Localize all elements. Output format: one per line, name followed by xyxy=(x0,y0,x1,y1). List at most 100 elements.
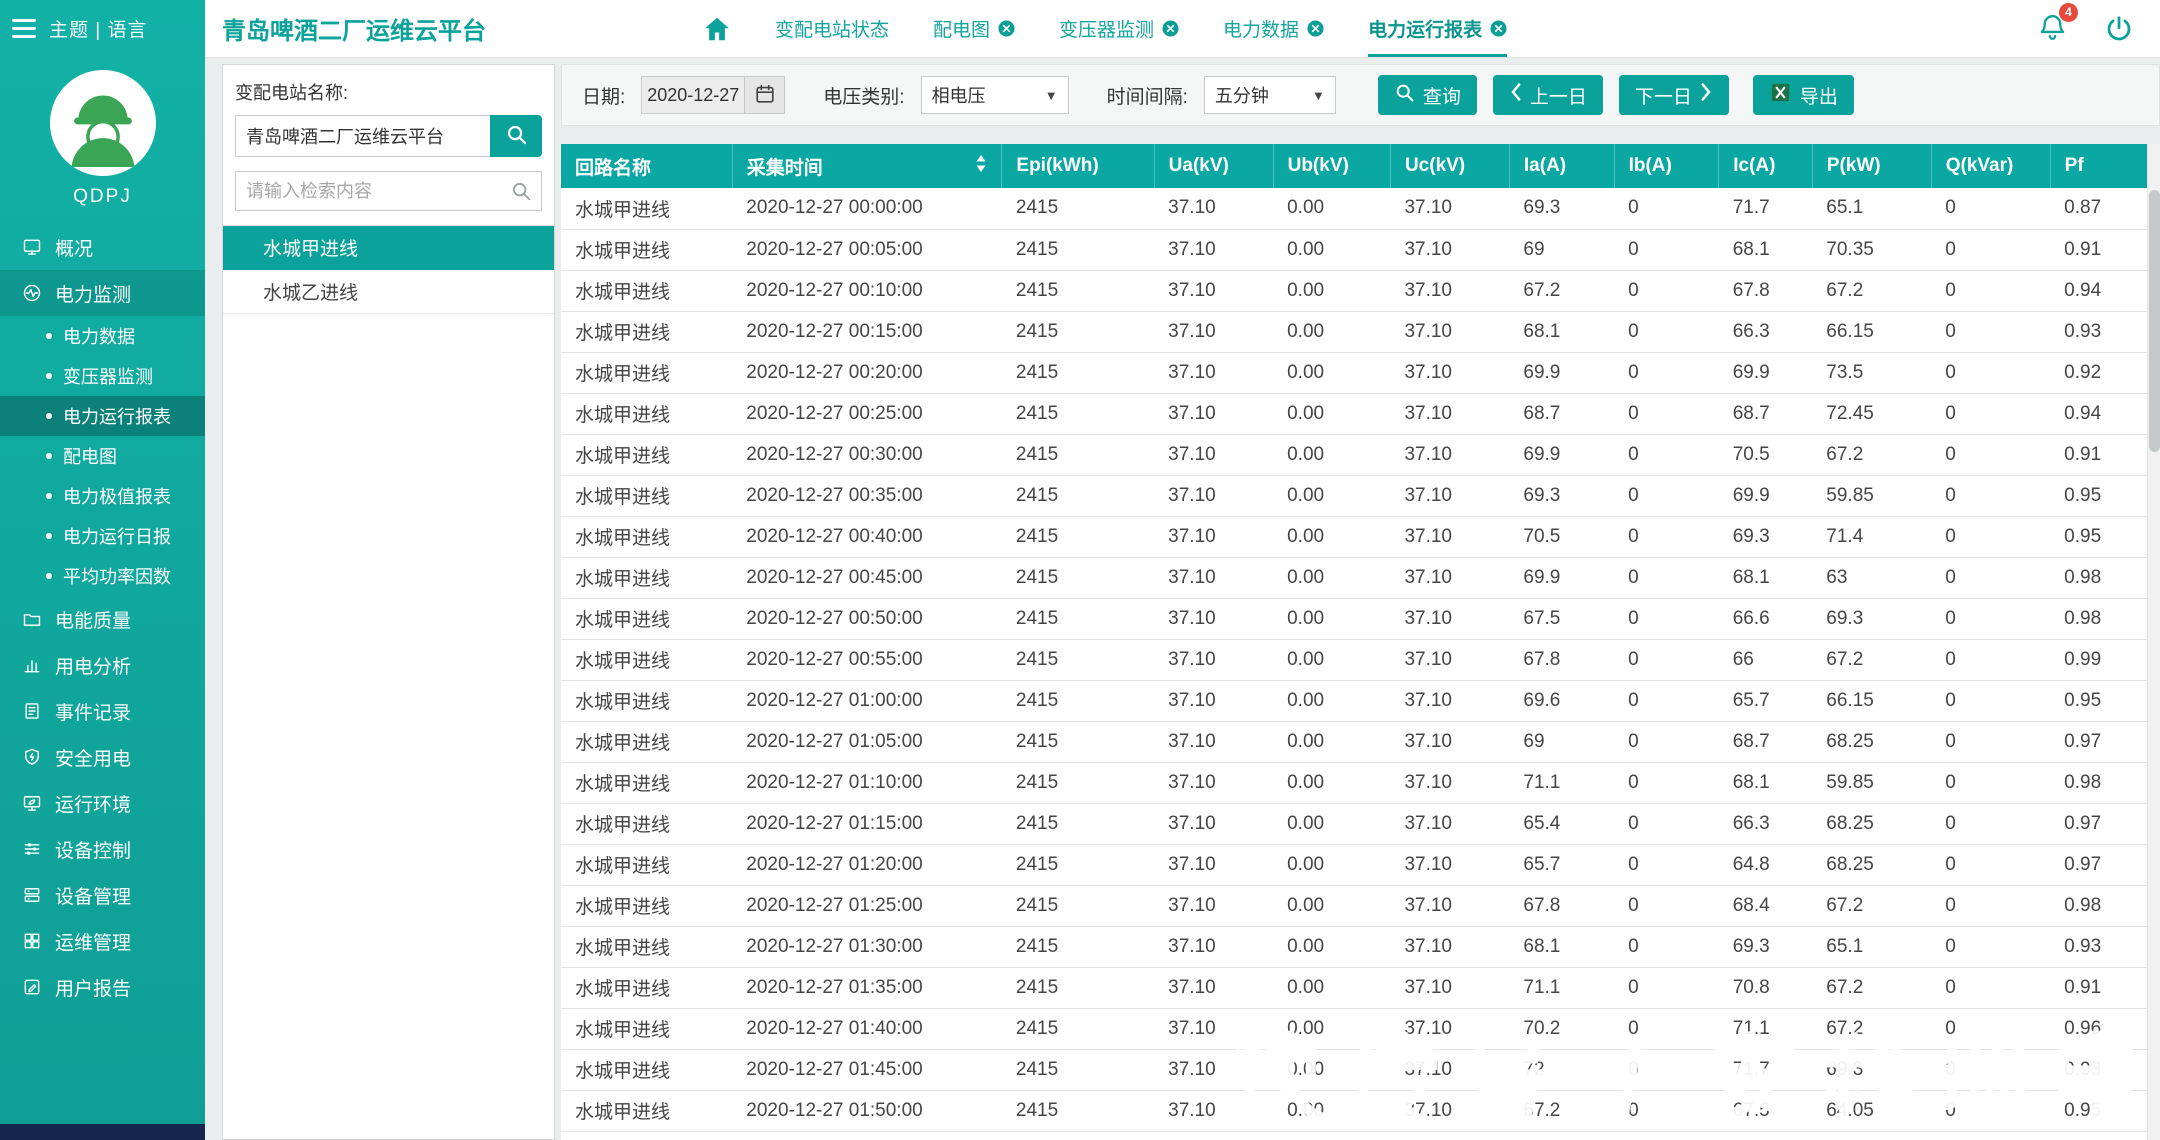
calendar-icon xyxy=(754,83,776,108)
sidebar-item[interactable]: 运行环境 xyxy=(0,780,205,826)
tab[interactable]: 配电图 xyxy=(933,0,1015,57)
line-list-item[interactable]: 水城甲进线 xyxy=(223,226,554,270)
table-cell: 65.7 xyxy=(1718,680,1813,722)
table-cell: 0.00 xyxy=(1273,762,1391,804)
sidebar-subitem[interactable]: 电力运行日报 xyxy=(0,516,205,556)
tab[interactable]: 电力数据 xyxy=(1223,0,1324,57)
table-cell: 0.95 xyxy=(2050,680,2147,722)
table-cell: 37.10 xyxy=(1390,1008,1510,1050)
sidebar-item[interactable]: 事件记录 xyxy=(0,688,205,734)
table-cell: 0 xyxy=(1614,311,1719,353)
table-cell: 65.4 xyxy=(1509,803,1615,845)
table-cell: 0.91 xyxy=(2050,229,2147,271)
analysis-icon xyxy=(22,655,42,675)
chevron-down-icon: ▼ xyxy=(1044,87,1058,103)
sidebar-item[interactable]: 用户报告 xyxy=(0,964,205,1010)
table-cell: 水城甲进线 xyxy=(561,188,733,230)
sidebar-subitem[interactable]: 变压器监测 xyxy=(0,356,205,396)
table-cell: 71.4 xyxy=(1812,516,1932,558)
table-cell: 0 xyxy=(1931,1049,2051,1091)
notification-badge: 4 xyxy=(2059,2,2078,22)
table-cell: 37.10 xyxy=(1390,475,1510,517)
report-area: 日期: 电压类别: 相电压 ▼ 时间间隔: xyxy=(561,64,2160,1140)
table-cell: 0 xyxy=(1931,762,2051,804)
sidebar-subitem[interactable]: 电力数据 xyxy=(0,316,205,356)
table-cell: 水城甲进线 xyxy=(561,352,733,394)
sidebar-item-label: 概况 xyxy=(55,238,94,260)
table-cell: 37.10 xyxy=(1390,1090,1510,1132)
tab[interactable]: 电力运行报表 xyxy=(1368,0,1508,57)
table-cell: 0 xyxy=(1614,516,1719,558)
calendar-button[interactable] xyxy=(745,76,786,114)
hamburger-menu-icon[interactable] xyxy=(12,19,36,38)
sidebar-item[interactable]: 概况 xyxy=(0,224,205,270)
table-cell: 0.93 xyxy=(2050,926,2147,968)
date-input[interactable] xyxy=(641,76,746,114)
next-day-button[interactable]: 下一日 xyxy=(1618,75,1729,115)
prev-day-button[interactable]: 上一日 xyxy=(1492,75,1603,115)
sidebar-item[interactable]: 设备管理 xyxy=(0,872,205,918)
station-search-row xyxy=(235,115,542,157)
power-monitor-icon xyxy=(22,283,42,303)
sidebar-item-label: 安全用电 xyxy=(55,748,132,770)
sidebar-subitem[interactable]: 平均功率因数 xyxy=(0,556,205,596)
table-cell: 66.15 xyxy=(1812,1131,1932,1140)
table-cell: 0.00 xyxy=(1273,967,1391,1009)
sidebar-top: 主题 | 语言 xyxy=(0,0,205,50)
table-cell: 68.25 xyxy=(1812,803,1932,845)
table-cell: 70.5 xyxy=(1509,516,1615,558)
sort-icon[interactable] xyxy=(975,154,987,179)
table-cell: 0.00 xyxy=(1273,1049,1391,1091)
column-header[interactable]: 采集时间 xyxy=(732,144,1003,188)
interval-select[interactable]: 五分钟 ▼ xyxy=(1203,76,1336,114)
table-cell: 0 xyxy=(1614,475,1719,517)
table-cell: 水城甲进线 xyxy=(561,1008,733,1050)
sidebar-subitem[interactable]: 配电图 xyxy=(0,436,205,476)
line-filter-input[interactable] xyxy=(235,171,542,211)
sidebar-subitem[interactable]: 电力运行报表 xyxy=(0,396,205,436)
table-cell: 37.10 xyxy=(1154,1090,1274,1132)
power-icon[interactable] xyxy=(2104,14,2134,44)
table-cell: 67.2 xyxy=(1509,1090,1615,1132)
tab[interactable]: 变压器监测 xyxy=(1059,0,1179,57)
tab-close-icon[interactable] xyxy=(1162,20,1179,37)
sidebar-item[interactable]: 用电分析 xyxy=(0,642,205,688)
table-cell: 37.10 xyxy=(1390,1131,1510,1140)
query-button[interactable]: 查询 xyxy=(1377,75,1477,115)
sidebar-item[interactable]: 运维管理 xyxy=(0,918,205,964)
table-cell: 68.1 xyxy=(1509,926,1615,968)
tab-close-icon[interactable] xyxy=(1490,20,1507,37)
voltage-type-label: 电压类别: xyxy=(823,86,905,108)
station-search-button[interactable] xyxy=(490,115,542,157)
table-cell: 0 xyxy=(1614,639,1719,681)
voltage-type-select[interactable]: 相电压 ▼ xyxy=(920,76,1069,114)
notifications-button[interactable]: 4 xyxy=(2037,2,2078,47)
sidebar-item[interactable]: 电力监测 xyxy=(0,270,205,316)
table-cell: 水城甲进线 xyxy=(561,1049,733,1091)
table-cell: 69 xyxy=(1509,229,1615,271)
tab-close-icon[interactable] xyxy=(1307,20,1324,37)
table-cell: 0 xyxy=(1614,1008,1719,1050)
sidebar-item[interactable]: 设备控制 xyxy=(0,826,205,872)
vertical-scrollbar[interactable] xyxy=(2147,144,2160,1140)
home-icon[interactable] xyxy=(701,14,733,44)
tab-close-icon[interactable] xyxy=(998,20,1015,37)
table-cell: 2020-12-27 01:35:00 xyxy=(732,967,1002,1009)
line-list-item[interactable]: 水城乙进线 xyxy=(223,270,554,314)
export-button[interactable]: 导出 xyxy=(1752,75,1854,115)
table-cell: 0.98 xyxy=(2050,885,2147,927)
table-cell: 0.00 xyxy=(1273,680,1391,722)
sidebar-item-label: 电力监测 xyxy=(55,284,132,306)
search-icon xyxy=(1394,82,1415,109)
station-name-input[interactable] xyxy=(235,115,490,157)
table-cell: 0 xyxy=(1931,885,2051,927)
line-list: 水城甲进线 水城乙进线 xyxy=(223,225,554,1139)
sidebar-item[interactable]: 安全用电 xyxy=(0,734,205,780)
table-cell: 2020-12-27 00:00:00 xyxy=(732,188,1002,230)
tab[interactable]: 变配电站状态 xyxy=(775,0,889,57)
table-cell: 69.9 xyxy=(1718,352,1813,394)
scrollbar-thumb[interactable] xyxy=(2149,190,2160,452)
theme-language-toggle[interactable]: 主题 | 语言 xyxy=(49,15,148,42)
sidebar-item[interactable]: 电能质量 xyxy=(0,596,205,642)
sidebar-subitem[interactable]: 电力极值报表 xyxy=(0,476,205,516)
